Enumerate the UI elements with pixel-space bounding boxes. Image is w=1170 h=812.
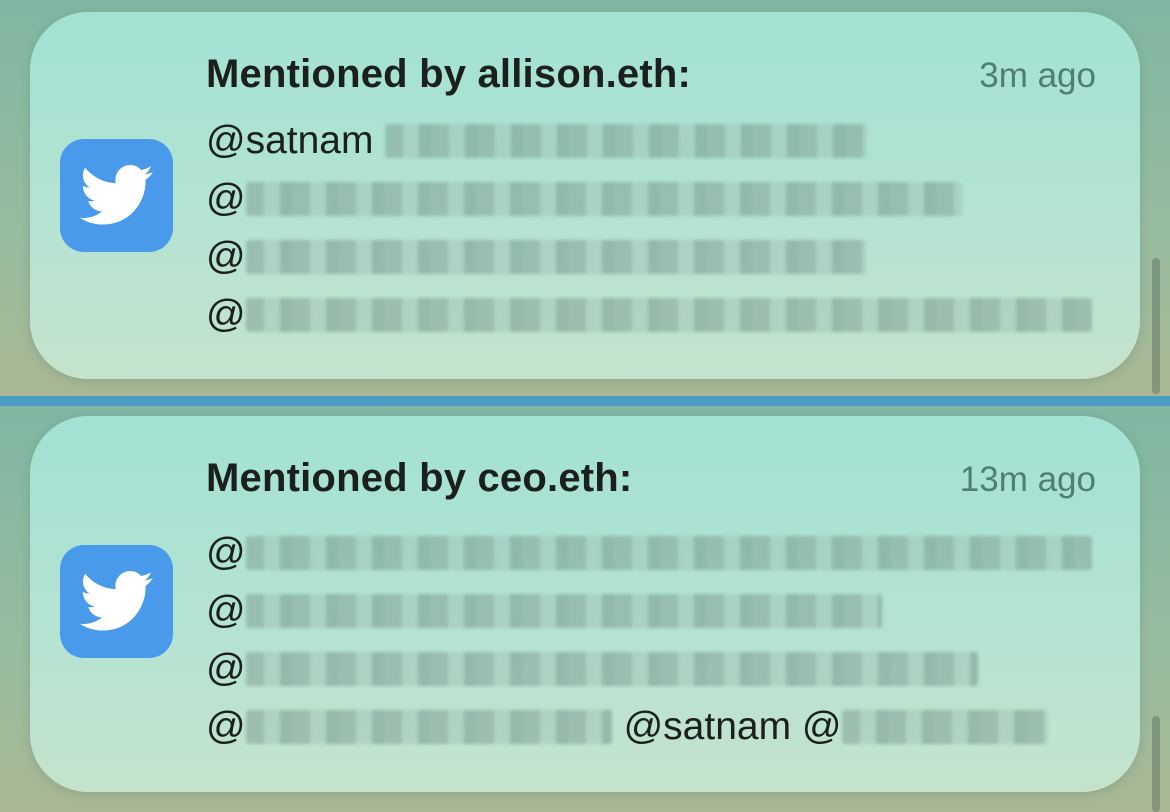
notification-panel-top: Mentioned by allison.eth: 3m ago @satnam…: [0, 0, 1170, 396]
notification-body: @ @ @ @ @satnam @: [206, 524, 1092, 756]
scrollbar[interactable]: [1152, 258, 1160, 394]
redacted-text: [245, 710, 612, 744]
mention-line: @: [206, 286, 1092, 344]
mention-line: @: [206, 170, 1092, 228]
mention-line: @: [206, 640, 1092, 698]
twitter-bird-icon: [79, 570, 153, 631]
notification-title: Mentioned by ceo.eth:: [206, 456, 633, 500]
redacted-text: [245, 652, 978, 686]
notification-time: 13m ago: [959, 460, 1096, 499]
mention-handle-satnam: @satnam @: [623, 705, 842, 748]
mention-line: @: [206, 582, 1092, 640]
redacted-text: [245, 240, 866, 274]
notification-card[interactable]: Mentioned by allison.eth: 3m ago @satnam…: [30, 12, 1140, 379]
mention-handle: @: [206, 177, 246, 220]
mention-line: @ @satnam @: [206, 698, 1092, 756]
notification-panel-bottom: Mentioned by ceo.eth: 13m ago @ @ @ @ @s…: [0, 406, 1170, 812]
notification-title: Mentioned by allison.eth:: [206, 52, 692, 96]
mention-handle: @: [206, 531, 246, 574]
redacted-text: [245, 594, 882, 628]
redacted-text: [245, 298, 1092, 332]
redacted-text: [245, 182, 962, 216]
notification-time: 3m ago: [979, 56, 1096, 95]
mention-handle: @: [206, 589, 246, 632]
twitter-app-icon: [60, 139, 173, 252]
mention-line: @: [206, 228, 1092, 286]
redacted-text: [841, 710, 1048, 744]
screenshot-divider: [0, 396, 1170, 406]
twitter-app-icon: [60, 545, 173, 658]
mention-handle: @: [206, 647, 246, 690]
mention-handle: @: [206, 235, 246, 278]
notification-card[interactable]: Mentioned by ceo.eth: 13m ago @ @ @ @ @s…: [30, 416, 1140, 792]
mention-handle: @: [206, 705, 246, 748]
redacted-text: [245, 536, 1092, 570]
mention-line: @satnam: [206, 112, 1092, 170]
mention-handle: @satnam: [206, 119, 374, 162]
twitter-bird-icon: [79, 164, 153, 225]
notification-body: @satnam @ @ @: [206, 112, 1092, 344]
scrollbar[interactable]: [1152, 716, 1160, 812]
mention-line: @: [206, 524, 1092, 582]
mention-handle: @: [206, 293, 246, 336]
redacted-text: [385, 124, 868, 158]
